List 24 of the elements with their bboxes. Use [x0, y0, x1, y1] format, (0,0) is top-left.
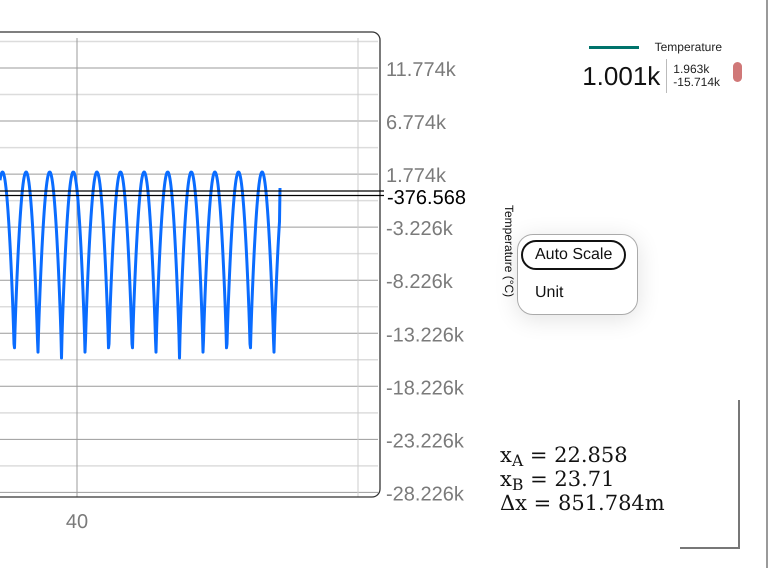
cursor-line[interactable] [0, 194, 384, 196]
axis-tick-label: -23.226k [386, 430, 464, 452]
axis-title: Temperature (°C) [502, 205, 516, 300]
axis-tick-label: 11.774k [386, 59, 456, 81]
axis-tick-label: 1.774k [386, 165, 446, 188]
current-value: 1.001k [582, 63, 660, 89]
menu-item[interactable]: Unit [521, 278, 578, 308]
cursor-value-label: -376.568 [387, 187, 466, 209]
axis-tick-label: -18.226k [386, 377, 464, 400]
axis-tick-label: 40 [66, 511, 88, 533]
max-value: 1.963k [673, 62, 710, 76]
cursor-line[interactable] [0, 190, 384, 192]
min-value: -15.714k [673, 76, 720, 90]
axis-tick-label: -28.226k [386, 483, 464, 506]
cursor-readout: x$_{B}$ = 23.71 [500, 467, 616, 491]
cursor-readout: Δx = 851.784m [500, 491, 666, 515]
menu-item[interactable]: Auto Scale [521, 240, 626, 270]
status-indicator [733, 62, 742, 82]
cursor-readout: x$_{A}$ = 22.858 [500, 443, 629, 467]
axis-tick-label: -13.226k [386, 324, 464, 346]
axis-tick-label: 6.774k [386, 112, 446, 134]
axis-tick-label: -3.226k [386, 218, 453, 240]
legend-label: Temperature [654, 39, 722, 56]
axis-tick-label: -8.226k [386, 271, 453, 294]
